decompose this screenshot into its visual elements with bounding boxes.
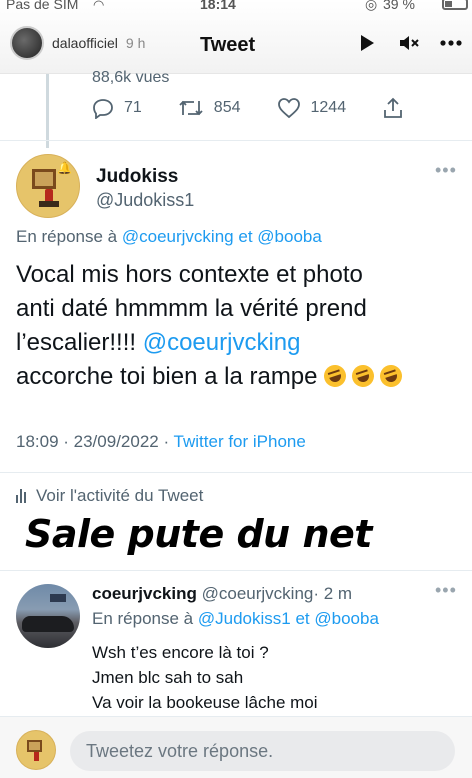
- activity-label: Voir l'activité du Tweet: [36, 486, 204, 505]
- reply-input[interactable]: [70, 731, 455, 771]
- more-icon[interactable]: [440, 32, 462, 54]
- mute-icon[interactable]: [398, 32, 420, 54]
- story-header: Pas de SIM ◠ 18:14 ◎ 39 % dalaofficiel 9…: [0, 0, 472, 74]
- story-user[interactable]: dalaofficiel 9 h: [10, 26, 145, 60]
- more-options-icon[interactable]: •••: [435, 580, 457, 601]
- tweet-actions: 71 854 1244: [92, 97, 440, 119]
- divider: [0, 472, 472, 473]
- retweet-icon: [179, 100, 203, 116]
- tweet-author-name[interactable]: Judokiss: [96, 166, 178, 188]
- reply-prefix: En réponse à: [92, 609, 194, 628]
- tweet-line: Va voir la bookeuse lâche moi: [92, 693, 318, 712]
- reply-prefix: En réponse à: [16, 227, 118, 246]
- avatar[interactable]: [10, 26, 44, 60]
- compose-bar: [0, 716, 472, 778]
- mention-link[interactable]: @Judokiss1: [198, 609, 291, 628]
- rofl-emoji-icon: [376, 362, 405, 390]
- mention-link[interactable]: @coeurjvcking: [122, 227, 234, 246]
- avatar[interactable]: 🔔: [16, 154, 80, 218]
- clock: 18:14: [200, 0, 236, 12]
- retweet-button[interactable]: 854: [178, 97, 241, 119]
- avatar[interactable]: [16, 584, 80, 648]
- tweet-line-text: accorche toi bien a la rampe: [16, 363, 318, 390]
- alarm-icon: ◎: [365, 0, 378, 12]
- wifi-icon: ◠: [93, 0, 105, 12]
- share-button[interactable]: [382, 97, 404, 119]
- view-count: 88,6k vues: [92, 69, 170, 86]
- tweet-time: 18:09 · 23/09/2022 ·: [16, 432, 170, 451]
- story-age: 9 h: [125, 35, 146, 51]
- tweet-line: accorche toi bien a la rampe: [16, 360, 466, 394]
- tweet-age: · 2 m: [313, 584, 353, 603]
- more-options-icon[interactable]: •••: [435, 160, 457, 181]
- play-icon[interactable]: [356, 32, 378, 54]
- reply-context: En réponse à @coeurjvcking et @booba: [16, 227, 322, 247]
- tweet-line: Wsh t’es encore là toi ?: [92, 643, 269, 662]
- battery-icon: [442, 0, 468, 10]
- tweet-text: Vocal mis hors contexte et photo anti da…: [16, 258, 466, 394]
- rofl-emoji-icon: [320, 362, 349, 390]
- tweet-timestamp: 18:09 · 23/09/2022 · Twitter for iPhone: [16, 432, 306, 452]
- reply-and: et: [295, 609, 310, 628]
- like-count: 1244: [310, 99, 347, 116]
- mention-link[interactable]: @booba: [314, 609, 379, 628]
- tweet-line: Jmen blc sah to sah: [92, 668, 244, 687]
- rofl-emoji-icon: [348, 362, 377, 390]
- avatar: [16, 730, 56, 770]
- tweet-author-handle[interactable]: @Judokiss1: [96, 190, 194, 211]
- reply-header: coeurjvcking @coeurjvcking· 2 m: [92, 584, 352, 604]
- battery-percent: 39 %: [383, 0, 415, 12]
- divider: [0, 140, 472, 141]
- divider: [0, 570, 472, 571]
- reply-and: et: [238, 227, 253, 246]
- reply-button[interactable]: 71: [92, 97, 142, 119]
- tweet-source-link[interactable]: Twitter for iPhone: [174, 432, 306, 451]
- reply-context: En réponse à @Judokiss1 et @booba: [92, 609, 379, 629]
- story-caption: Sale pute du net: [25, 512, 372, 556]
- tweet-author-handle[interactable]: @coeurjvcking: [202, 584, 314, 603]
- mention-link[interactable]: @coeurjvcking: [143, 329, 301, 356]
- carrier-label: Pas de SIM: [6, 0, 79, 12]
- tweet-author-name[interactable]: coeurjvcking: [92, 584, 197, 603]
- heart-icon: [277, 98, 300, 119]
- story-username[interactable]: dalaofficiel: [52, 35, 118, 51]
- status-bar: Pas de SIM ◠ 18:14 ◎ 39 %: [0, 0, 472, 16]
- reply-tweet-text: Wsh t’es encore là toi ? Jmen blc sah to…: [92, 640, 318, 715]
- story-controls: [356, 32, 462, 54]
- reply-count: 71: [124, 99, 142, 116]
- retweet-count: 854: [213, 99, 241, 116]
- tweet-line: Vocal mis hors contexte et photo: [16, 261, 363, 288]
- reply-icon: [93, 99, 113, 119]
- thread-line: [46, 74, 49, 148]
- analytics-icon: [16, 489, 26, 503]
- tweet-line-text: l’escalier!!!!: [16, 329, 137, 356]
- tweet-activity-link[interactable]: Voir l'activité du Tweet: [16, 486, 203, 506]
- tweet-line: anti daté hmmmm la vérité prend: [16, 295, 367, 322]
- share-icon: [384, 97, 402, 118]
- mention-link[interactable]: @booba: [257, 227, 322, 246]
- like-button[interactable]: 1244: [277, 97, 347, 119]
- tweet-line: l’escalier!!!! @coeurjvcking: [16, 326, 466, 360]
- page-title: Tweet: [200, 34, 256, 56]
